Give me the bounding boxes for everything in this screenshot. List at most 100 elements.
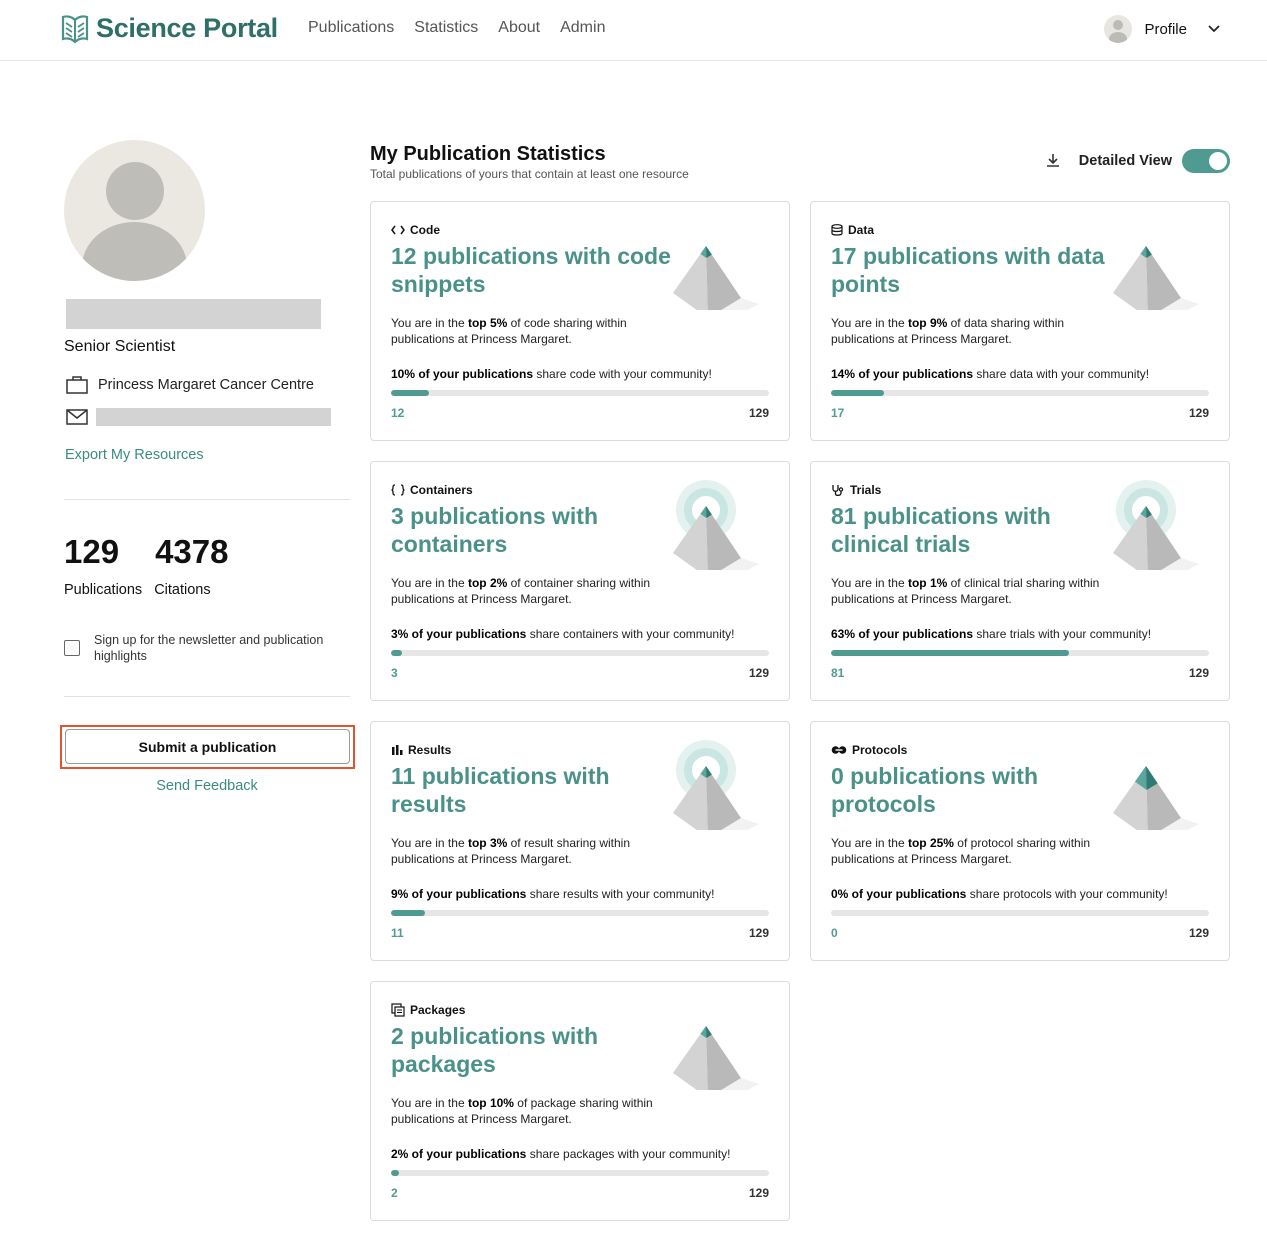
card-share: 3% of your publications share containers… (391, 627, 735, 641)
pyramid-left-face (673, 246, 708, 310)
stat-card-trials: Trials 81 publications with clinical tri… (810, 461, 1230, 701)
card-total: 129 (1188, 666, 1209, 680)
card-type: Packages (410, 1003, 466, 1017)
card-header: Code (391, 223, 440, 237)
progress-fill (391, 390, 429, 396)
card-type: Data (848, 223, 875, 237)
profile-label: Profile (1144, 20, 1187, 38)
card-headline: 12 publications with code snippets (391, 243, 671, 297)
card-rank: You are in the top 2% of container shari… (391, 576, 651, 606)
pyramid-graphic (673, 246, 759, 310)
progress-bar (831, 650, 1209, 656)
card-share: 63% of your publications share trials wi… (831, 627, 1152, 641)
citations-label: Citations (154, 582, 211, 598)
progress-fill (391, 650, 403, 656)
progress-fill (391, 910, 426, 916)
card-headline: 3 publications with containers (391, 503, 599, 557)
pyramid-left-face (1113, 246, 1148, 310)
card-type: Results (408, 743, 452, 757)
card-type: Protocols (852, 743, 908, 757)
newsletter-checkbox[interactable] (64, 640, 80, 656)
email-row (66, 408, 331, 426)
avatar (1104, 15, 1133, 43)
card-type: Containers (410, 483, 473, 497)
stat-card-packages: Packages 2 publications with packages Yo… (370, 981, 790, 1221)
detailed-view-control: Detailed View (1045, 149, 1230, 173)
card-count: 3 (391, 666, 398, 680)
progress-fill (391, 1170, 399, 1176)
card-header: Results (391, 743, 451, 757)
progress-fill (831, 650, 1070, 656)
institution-row: Princess Margaret Cancer Centre (66, 376, 314, 394)
profile-role: Senior Scientist (64, 338, 176, 355)
redacted-name (66, 299, 321, 329)
card-rank: You are in the top 10% of package sharin… (391, 1096, 653, 1126)
card-share: 2% of your publications share packages w… (391, 1147, 731, 1161)
brand-logo[interactable]: Science Portal (61, 13, 278, 44)
card-header: Containers (391, 483, 473, 497)
pyramid-right-face (1146, 246, 1181, 310)
card-type: Code (410, 223, 440, 237)
export-resources-link[interactable]: Export My Resources (65, 447, 204, 463)
progress-fill (831, 390, 884, 396)
profile-menu[interactable]: Profile (1104, 15, 1221, 43)
submit-publication-button[interactable]: Submit a publication (65, 729, 350, 764)
card-total: 129 (748, 926, 769, 940)
card-headline: 2 publications with packages (391, 1023, 599, 1077)
braces-icon (391, 484, 405, 496)
pyramid-graphic (1113, 766, 1199, 830)
card-rank: You are in the top 9% of data sharing wi… (831, 316, 1065, 346)
card-count: 0 (831, 926, 838, 940)
pyramid-right-face (706, 246, 741, 310)
detailed-view-label: Detailed View (1078, 153, 1172, 169)
send-feedback-link[interactable]: Send Feedback (64, 778, 350, 794)
nav-about[interactable]: About (498, 19, 540, 37)
pills-icon (831, 746, 847, 754)
package-icon (391, 1003, 405, 1017)
stat-card-code: Code 12 publications with code snippets … (370, 201, 790, 441)
progress-bar (831, 910, 1209, 916)
card-count: 81 (831, 666, 845, 680)
sidebar-divider (64, 696, 350, 697)
profile-stats: 129 4378 (64, 533, 228, 571)
card-header: Protocols (831, 743, 907, 757)
progress-bar (831, 390, 1209, 396)
sidebar-divider (64, 499, 350, 500)
download-icon[interactable] (1045, 153, 1061, 169)
progress-bar (391, 910, 769, 916)
profile-avatar (64, 140, 205, 281)
card-total: 129 (1188, 406, 1209, 420)
detailed-view-toggle[interactable] (1182, 149, 1230, 173)
pyramid-graphic (673, 1026, 759, 1090)
nav-admin[interactable]: Admin (560, 19, 605, 37)
card-total: 129 (748, 1186, 769, 1200)
card-count: 17 (831, 406, 845, 420)
card-header: Data (831, 223, 874, 237)
citations-count: 4378 (155, 533, 229, 570)
card-header: Trials (831, 483, 881, 497)
pyramid-graphic (1113, 480, 1199, 570)
stat-card-data: Data 17 publications with data points Yo… (810, 201, 1230, 441)
card-total: 129 (1188, 926, 1209, 940)
chevron-down-icon (1208, 25, 1220, 33)
bar-chart-icon (392, 745, 403, 755)
card-total: 129 (748, 406, 769, 420)
pyramid-graphic (673, 740, 759, 830)
newsletter-label: Sign up for the newsletter and publicati… (94, 633, 324, 663)
card-rank: You are in the top 3% of result sharing … (391, 836, 631, 866)
publications-count: 129 (64, 533, 120, 570)
institution-name: Princess Margaret Cancer Centre (98, 377, 314, 393)
card-headline: 81 publications with clinical trials (831, 503, 1051, 557)
card-rank: You are in the top 1% of clinical trial … (831, 576, 1100, 606)
redacted-email (96, 408, 331, 426)
progress-bar (391, 650, 769, 656)
nav-statistics[interactable]: Statistics (414, 19, 478, 37)
nav-publications[interactable]: Publications (308, 19, 394, 37)
card-count: 2 (391, 1186, 398, 1200)
progress-bar (391, 390, 769, 396)
card-share: 9% of your publications share results wi… (391, 887, 715, 901)
card-rank: You are in the top 25% of protocol shari… (831, 836, 1091, 866)
main-nav: Publications Statistics About Admin (308, 19, 605, 37)
card-total: 129 (748, 666, 769, 680)
card-type: Trials (850, 483, 882, 497)
